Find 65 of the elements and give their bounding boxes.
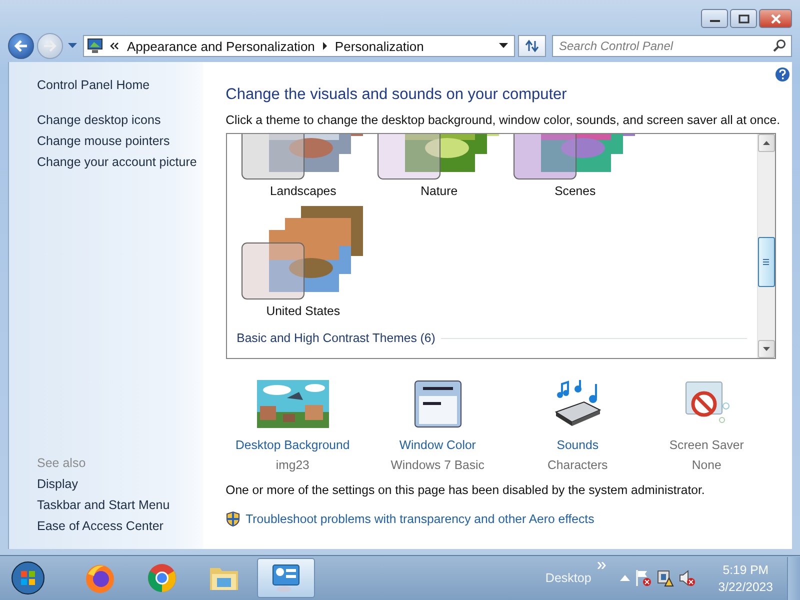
theme-name: United States <box>266 304 340 318</box>
breadcrumb[interactable]: Personalization <box>334 38 424 54</box>
keyboard-notes-icon <box>554 380 602 428</box>
start-button[interactable] <box>9 559 47 598</box>
setting-link: Screen Saver <box>669 438 744 452</box>
dropdown-icon[interactable] <box>499 43 508 49</box>
speaker-muted-icon[interactable] <box>678 569 696 588</box>
chrome-icon <box>146 562 178 594</box>
breadcrumb[interactable]: Appearance and Personalization <box>127 38 315 54</box>
theme-name: Landscapes <box>270 184 336 198</box>
scroll-thumb[interactable] <box>758 237 775 287</box>
sidebar-link[interactable]: Change desktop icons <box>37 113 203 127</box>
setting-value: Windows 7 Basic <box>390 458 484 472</box>
theme-name: Scenes <box>554 184 596 198</box>
chevron-icon[interactable] <box>110 42 120 50</box>
up-arrow-icon[interactable] <box>762 141 770 145</box>
arrow-icon[interactable] <box>322 42 328 50</box>
help-icon[interactable] <box>775 67 790 82</box>
down-arrow-icon[interactable] <box>762 347 770 351</box>
theme-item[interactable]: Landscapes <box>240 134 366 198</box>
section-heading: See also <box>37 456 87 470</box>
search-field[interactable]: Search Control Panel <box>552 35 792 57</box>
maximize-icon <box>738 14 750 24</box>
search-icon <box>773 39 786 52</box>
forward-arrow-icon <box>43 40 57 52</box>
setting-link[interactable]: Window Color <box>399 438 476 452</box>
address-bar[interactable]: Appearance and Personalization Personalization <box>83 35 515 57</box>
flag-error-icon[interactable] <box>634 569 652 588</box>
setting-link[interactable]: Sounds <box>556 438 598 452</box>
close-button[interactable] <box>759 9 792 28</box>
theme-item[interactable]: United States <box>240 206 366 318</box>
back-arrow-icon <box>14 40 28 52</box>
fox-globe-icon <box>84 562 116 594</box>
theme-item[interactable]: Nature <box>376 134 502 198</box>
description-text: Click a theme to change the desktop background, window color, sounds, and screen saver all at once. <box>226 113 780 127</box>
minimize-button[interactable] <box>701 9 728 28</box>
setting-link[interactable]: Desktop Background <box>236 438 350 452</box>
control-panel-icon <box>270 562 302 594</box>
sidebar-link[interactable]: Ease of Access Center <box>37 519 203 534</box>
theme-item[interactable]: Scenes <box>512 134 638 198</box>
network-warning-icon[interactable] <box>656 569 674 588</box>
sidebar-link[interactable]: Control Panel Home <box>37 78 203 92</box>
setting-value: img23 <box>276 458 310 472</box>
back-button[interactable] <box>8 33 34 59</box>
maximize-button[interactable] <box>730 9 757 28</box>
sidebar-link[interactable]: Display <box>37 477 203 492</box>
refresh-icon <box>524 39 540 53</box>
refresh-button[interactable] <box>518 35 546 57</box>
setting-value: Characters <box>548 458 608 472</box>
close-icon <box>770 14 782 24</box>
page-heading: Change the visuals and sounds on your computer <box>226 86 568 104</box>
shield-icon <box>226 511 240 527</box>
sidebar-link[interactable]: Change your account picture <box>37 155 203 169</box>
sidebar-link[interactable]: Taskbar and Start Menu <box>37 498 203 512</box>
caret-icon[interactable] <box>68 43 77 49</box>
troubleshoot-link[interactable]: Troubleshoot problems with transparency and other Aero effects <box>246 512 594 526</box>
theme-name: Nature <box>420 184 458 198</box>
setting-value: None <box>692 458 722 472</box>
window-icon <box>414 380 462 428</box>
group-header[interactable]: Basic and High Contrast Themes (6) <box>236 331 436 345</box>
taskbar-app-button[interactable] <box>257 558 315 598</box>
scrollbar[interactable] <box>756 134 775 358</box>
notice-text: One or more of the settings on this page has been disabled by the system administrator. <box>226 483 706 497</box>
monitor-icon <box>87 38 103 54</box>
sidebar-link[interactable]: Change mouse pointers <box>37 134 203 148</box>
